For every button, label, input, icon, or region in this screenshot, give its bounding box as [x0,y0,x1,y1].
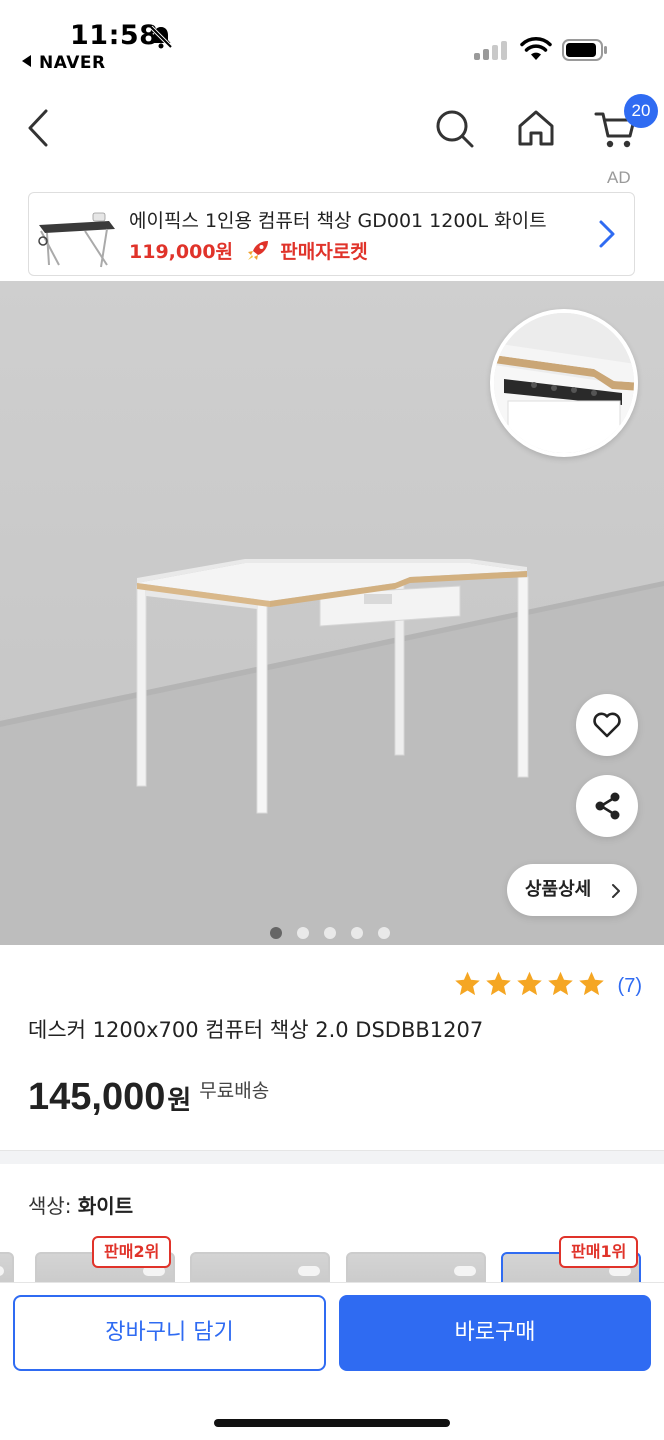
carousel-dots [270,924,405,939]
star-icon [579,971,605,996]
carousel-dot[interactable] [270,927,282,939]
price-row: 145,000원 무료배송 [28,1076,269,1119]
shipping-info: 무료배송 [199,1080,270,1102]
star-icon [548,971,574,996]
carousel-dot[interactable] [297,927,309,939]
star-icon [517,971,543,996]
home-icon[interactable] [516,108,556,148]
buy-now-button[interactable]: 바로구매 [339,1295,651,1371]
share-button[interactable] [576,775,638,837]
top-nav [0,90,664,170]
heart-icon [593,712,621,738]
rating[interactable]: (7) [451,970,642,1000]
ad-title: 에이픽스 1인용 컴퓨터 책상 GD001 1200L 화이트 [129,210,547,232]
color-option[interactable] [346,1252,486,1282]
ad-product-image [38,212,115,268]
carousel-dot[interactable] [324,927,336,939]
status-bar: 11:58 NAVER [0,0,664,80]
bottom-action-bar: 장바구니 담기 바로구매 [0,1282,664,1440]
rank-badge: 판매1위 [559,1236,639,1268]
add-to-cart-button[interactable]: 장바구니 담기 [13,1295,326,1371]
product-detail-label: 상품상세 [525,879,592,900]
product-detail-button[interactable]: 상품상세 [507,864,637,916]
color-options: 판매2위 판매1위 [0,1236,664,1282]
color-label: 색상: [28,1194,72,1218]
color-value: 화이트 [77,1194,134,1218]
star-icon [455,971,481,996]
battery-icon [562,39,607,61]
rank-badge: 판매2위 [92,1236,172,1268]
star-icon [486,971,512,996]
color-option[interactable] [190,1252,330,1282]
wifi-icon [520,37,552,60]
back-to-app[interactable]: NAVER [22,53,106,73]
rocket-icon [247,241,268,260]
product-image-carousel[interactable]: 상품상세 [0,281,664,945]
price-unit: 원 [167,1086,192,1116]
status-time: 11:58 [70,20,159,51]
section-divider [0,1150,664,1164]
carousel-dot[interactable] [378,927,390,939]
product-title: 데스커 1200x700 컴퓨터 책상 2.0 DSDBB1207 [28,1018,484,1042]
star-rating [451,970,606,1002]
chevron-right-icon [612,884,620,898]
share-icon [595,792,620,820]
chevron-right-icon [599,220,615,248]
detail-zoom-image [490,309,638,457]
ad-price-row: 119,000원 판매자로켓 [129,237,368,264]
cart-count-badge: 20 [624,94,658,128]
search-icon[interactable] [434,108,476,150]
ad-price: 119,000원 [129,241,234,263]
bell-off-icon [149,25,173,49]
color-option[interactable] [0,1252,14,1282]
review-count[interactable]: (7) [618,975,642,998]
ad-banner[interactable]: 에이픽스 1인용 컴퓨터 책상 GD001 1200L 화이트 119,000원… [28,192,635,276]
wishlist-button[interactable] [576,694,638,756]
home-indicator[interactable] [214,1419,450,1427]
color-option-label: 색상: 화이트 [28,1190,133,1219]
ad-label: AD [607,168,631,187]
price: 145,000 [28,1076,166,1118]
rocket-label: 판매자로켓 [280,241,368,263]
back-app-label: NAVER [39,53,106,73]
signal-icon [474,40,510,60]
carousel-dot[interactable] [351,927,363,939]
back-icon[interactable] [26,108,52,148]
